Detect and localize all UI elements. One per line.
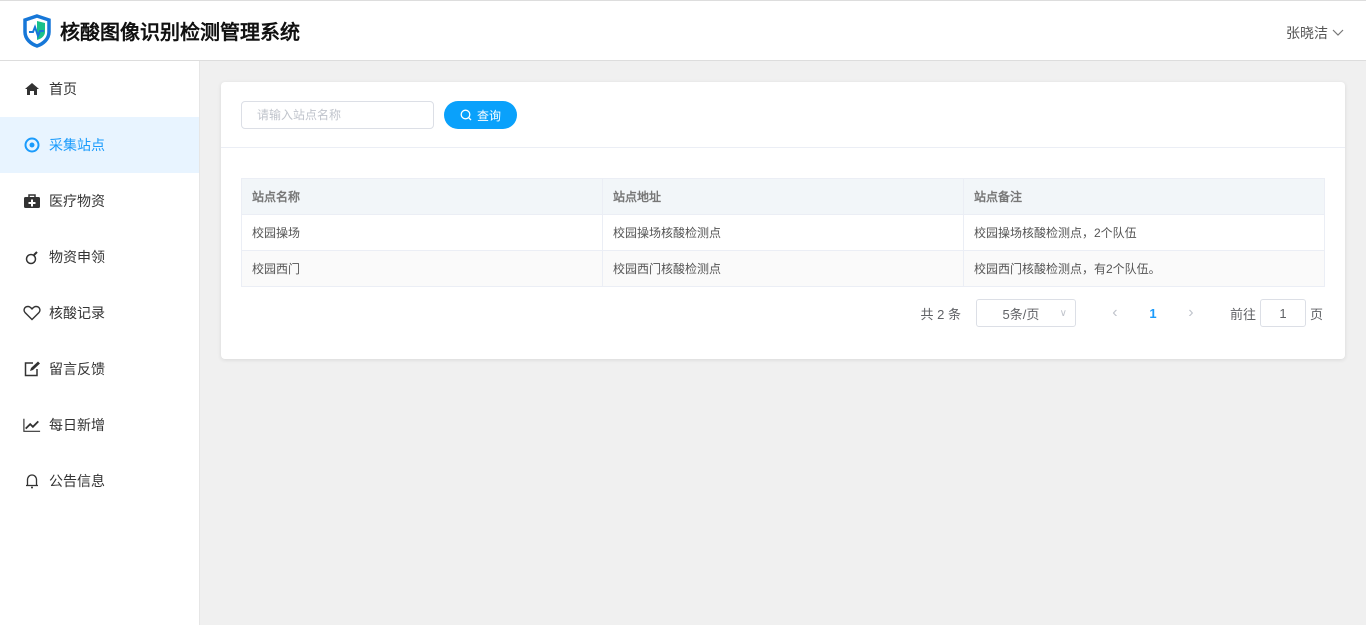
sidebar: 首页 采集站点 医疗物资 物资申领 核酸记录 留言反馈 每日新增 公告信息	[0, 61, 200, 625]
heart-icon	[23, 304, 41, 322]
sidebar-item-label: 采集站点	[49, 137, 105, 153]
sidebar-item-label: 公告信息	[49, 473, 105, 489]
table-cell: 校园西门核酸检测点	[602, 250, 964, 287]
query-button[interactable]: 查询	[444, 101, 517, 129]
line-chart-icon	[23, 416, 41, 434]
sidebar-item-records[interactable]: 核酸记录	[0, 285, 199, 341]
prev-page-button[interactable]: ‹	[1100, 304, 1130, 322]
logo-icon	[23, 13, 51, 48]
chevron-down-icon	[1332, 29, 1344, 36]
sidebar-item-sites[interactable]: 采集站点	[0, 117, 199, 173]
sidebar-item-label: 留言反馈	[49, 361, 105, 377]
query-button-label: 查询	[476, 108, 501, 123]
sidebar-item-home[interactable]: 首页	[0, 61, 199, 117]
page-suffix: 页	[1309, 306, 1323, 322]
medkit-icon	[23, 192, 41, 210]
goto-page-input[interactable]	[1259, 299, 1306, 327]
goto-label: 前往	[1229, 306, 1256, 322]
sidebar-item-supplies[interactable]: 医疗物资	[0, 173, 199, 229]
sites-table: 站点名称 站点地址 站点备注 校园操场 校园操场核酸检测点 校园操场核酸检测点，…	[241, 178, 1325, 287]
column-header: 站点地址	[602, 178, 964, 215]
bell-icon	[23, 472, 41, 490]
sites-card: 查询 站点名称 站点地址 站点备注 校园操场 校园操场核酸检测点 校园操场核酸检…	[221, 82, 1345, 359]
user-menu[interactable]: 张晓洁	[1286, 23, 1344, 43]
top-header: 核酸图像识别检测管理系统 张晓洁	[0, 0, 1366, 61]
table-cell: 校园西门核酸检测点，有2个队伍。	[963, 250, 1325, 287]
total-count: 共 2 条	[920, 306, 961, 322]
chevron-down-icon: ∨	[1059, 307, 1067, 319]
sidebar-item-label: 医疗物资	[49, 193, 105, 209]
table-cell: 校园西门	[241, 250, 603, 287]
sidebar-item-notices[interactable]: 公告信息	[0, 453, 199, 509]
target-icon	[23, 136, 41, 154]
sidebar-item-daily[interactable]: 每日新增	[0, 397, 199, 453]
page-number-current[interactable]: 1	[1130, 306, 1176, 321]
search-icon	[460, 109, 472, 121]
table-row: 校园西门 校园西门核酸检测点 校园西门核酸检测点，有2个队伍。	[241, 250, 1325, 287]
page-size-select[interactable]: 5条/页 ∨	[975, 299, 1076, 327]
sidebar-item-label: 物资申领	[49, 249, 105, 265]
sidebar-item-label: 首页	[49, 81, 77, 97]
sidebar-item-requests[interactable]: 物资申领	[0, 229, 199, 285]
app-title: 核酸图像识别检测管理系统	[60, 22, 300, 44]
table-cell: 校园操场	[241, 214, 603, 251]
pagination: 共 2 条 5条/页 ∨ ‹ 1 › 前往 页	[920, 299, 1323, 327]
column-header: 站点备注	[963, 178, 1325, 215]
sidebar-item-label: 核酸记录	[49, 305, 105, 321]
edit-icon	[23, 360, 41, 378]
divider	[221, 147, 1345, 148]
bomb-icon	[23, 248, 41, 266]
sidebar-item-label: 每日新增	[49, 417, 105, 433]
next-page-button[interactable]: ›	[1176, 304, 1206, 322]
home-icon	[23, 80, 41, 98]
column-header: 站点名称	[241, 178, 603, 215]
table-cell: 校园操场核酸检测点	[602, 214, 964, 251]
page-size-value: 5条/页	[1002, 306, 1040, 322]
table-cell: 校园操场核酸检测点，2个队伍	[963, 214, 1325, 251]
site-name-search-input[interactable]	[241, 101, 434, 129]
table-row: 校园操场 校园操场核酸检测点 校园操场核酸检测点，2个队伍	[241, 214, 1325, 251]
user-name: 张晓洁	[1286, 25, 1328, 41]
sidebar-item-feedback[interactable]: 留言反馈	[0, 341, 199, 397]
